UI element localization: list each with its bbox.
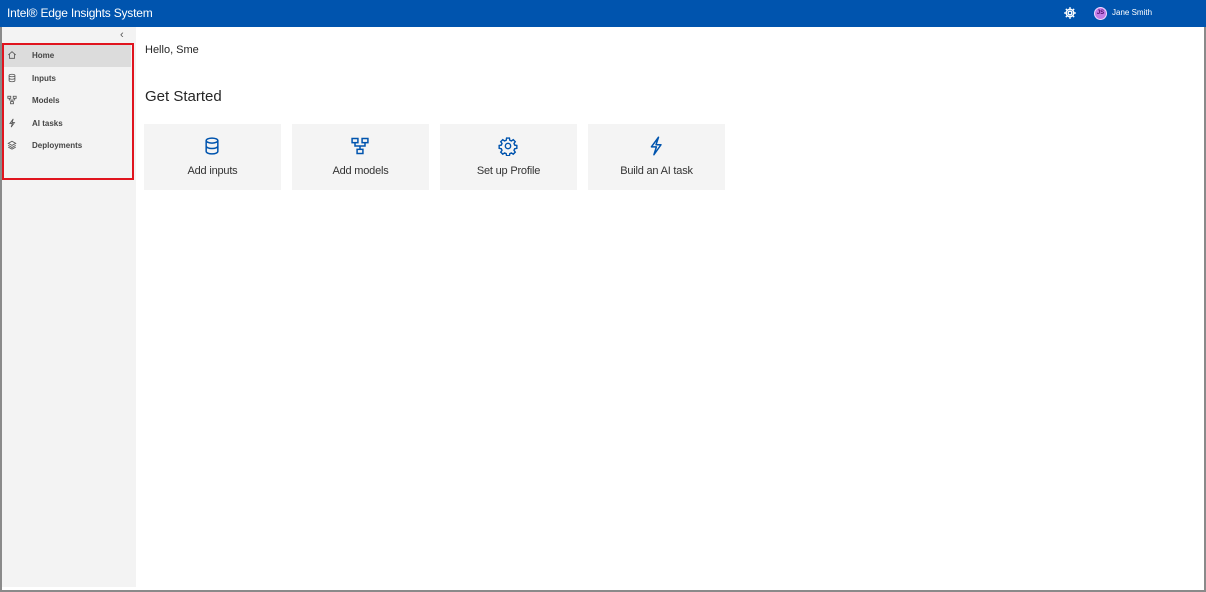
chevron-left-icon[interactable]: ‹ bbox=[120, 29, 130, 41]
add-models-card[interactable]: Add models bbox=[292, 124, 429, 190]
build-ai-task-card[interactable]: Build an AI task bbox=[588, 124, 725, 190]
models-icon bbox=[351, 137, 369, 155]
set-up-profile-card[interactable]: Set up Profile bbox=[440, 124, 577, 190]
app-title: Intel® Edge Insights System bbox=[7, 6, 153, 20]
greeting: Hello, Sme bbox=[145, 44, 199, 56]
user-name[interactable]: Jane Smith bbox=[1112, 8, 1152, 17]
sidebar-highlight-box bbox=[2, 43, 134, 180]
page-title: Get Started bbox=[145, 88, 222, 105]
gear-icon[interactable] bbox=[1063, 6, 1077, 20]
database-icon bbox=[205, 137, 219, 155]
card-label: Add inputs bbox=[187, 165, 238, 177]
lightning-icon bbox=[650, 136, 662, 156]
card-label: Build an AI task bbox=[620, 165, 693, 177]
top-bar: Intel® Edge Insights System JS Jane Smit… bbox=[0, 0, 1206, 27]
card-label: Set up Profile bbox=[476, 165, 541, 177]
gear-icon bbox=[498, 137, 518, 156]
card-label: Add models bbox=[332, 165, 389, 177]
avatar[interactable]: JS bbox=[1094, 7, 1107, 20]
add-inputs-card[interactable]: Add inputs bbox=[144, 124, 281, 190]
main-content: Hello, Sme Get Started Add inputs Add mo… bbox=[136, 27, 1202, 587]
